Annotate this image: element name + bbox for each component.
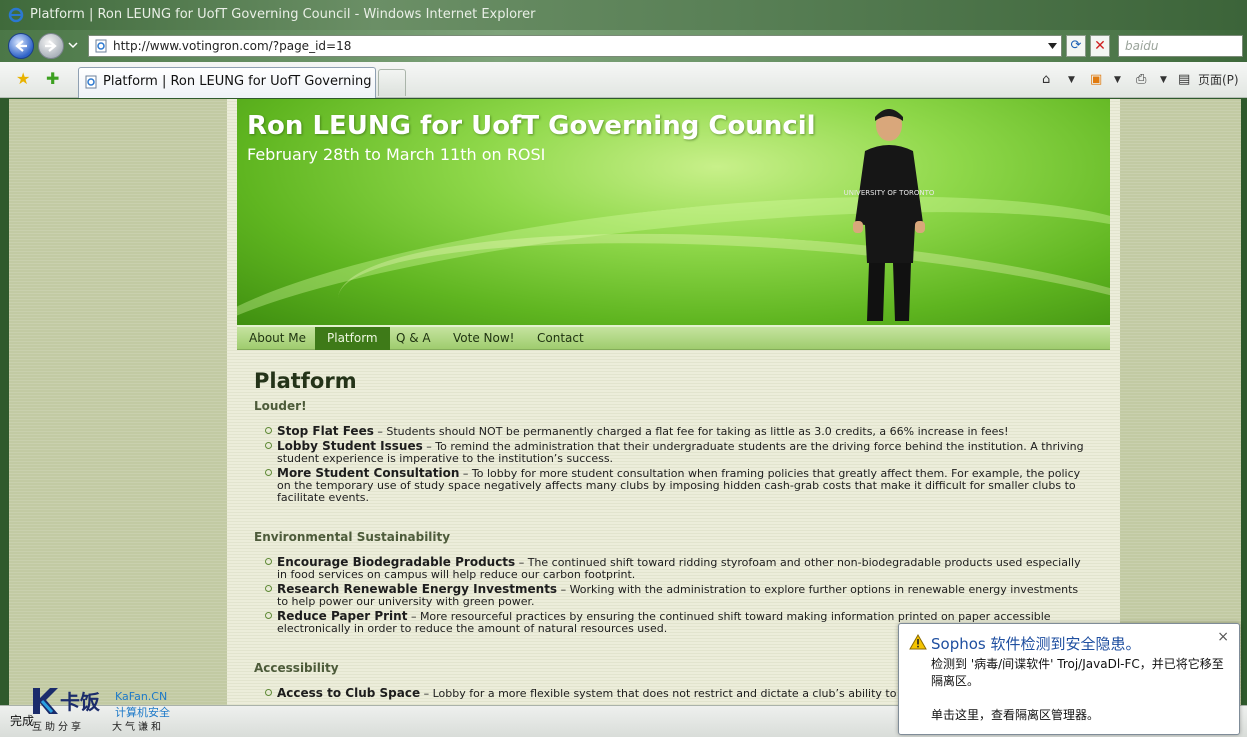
tab-page-icon bbox=[85, 75, 97, 89]
menu-about-me[interactable]: About Me bbox=[237, 327, 318, 350]
menu-vote-now[interactable]: Vote Now! bbox=[441, 327, 526, 350]
bullet-icon bbox=[265, 689, 272, 696]
bullet-icon bbox=[265, 427, 272, 434]
bullet-icon bbox=[265, 612, 272, 619]
bullet-icon bbox=[265, 442, 272, 449]
shirt-text: UNIVERSITY OF TORONTO bbox=[844, 189, 935, 197]
list-item: Stop Flat Fees – Students should NOT be … bbox=[265, 424, 1087, 438]
print-dropdown-icon[interactable]: ▼ bbox=[1160, 71, 1167, 89]
refresh-button[interactable]: ⟳ bbox=[1066, 35, 1086, 57]
search-placeholder: baidu bbox=[1125, 39, 1159, 53]
list-item: Access to Club Space – Lobby for a more … bbox=[265, 686, 897, 700]
item-title: Research Renewable Energy Investments bbox=[277, 582, 558, 596]
tab-platform[interactable]: Platform | Ron LEUNG for UofT Governing … bbox=[78, 67, 376, 98]
sophos-quarantine-link[interactable]: 单击这里，查看隔离区管理器。 bbox=[931, 706, 1099, 723]
menu-platform[interactable]: Platform bbox=[315, 327, 390, 350]
feeds-dropdown-icon[interactable]: ▼ bbox=[1114, 71, 1121, 89]
back-arrow-icon bbox=[15, 40, 27, 52]
list-item: Encourage Biodegradable Products – The c… bbox=[265, 555, 1087, 581]
back-button[interactable] bbox=[8, 33, 34, 59]
kafan-logo: 卡饭 KaFan.CN 计算机安全 互助分享 大气谦和 bbox=[30, 686, 180, 734]
candidate-photo: UNIVERSITY OF TORONTO bbox=[844, 109, 935, 321]
navigation-bar: http://www.votingron.com/?page_id=18 ⟳ ✕… bbox=[0, 30, 1247, 62]
menu-contact[interactable]: Contact bbox=[525, 327, 596, 350]
list-item: More Student Consultation – To lobby for… bbox=[265, 466, 1087, 504]
bullet-icon bbox=[265, 469, 272, 476]
close-icon[interactable]: × bbox=[1217, 629, 1229, 645]
address-dropdown-icon[interactable] bbox=[1048, 42, 1057, 50]
print-icon[interactable]: ⎙ bbox=[1136, 71, 1146, 89]
item-title: More Student Consultation bbox=[277, 466, 460, 480]
section-heading-accessibility: Accessibility bbox=[254, 661, 339, 675]
tab-title: Platform | Ron LEUNG for UofT Governing … bbox=[103, 74, 376, 89]
site-header: Ron LEUNG for UofT Governing Council Feb… bbox=[237, 99, 1110, 325]
section-heading-louder: Louder! bbox=[254, 399, 307, 413]
bullet-icon bbox=[265, 585, 272, 592]
address-bar[interactable]: http://www.votingron.com/?page_id=18 bbox=[88, 35, 1062, 57]
new-tab-button[interactable] bbox=[378, 69, 406, 96]
sophos-title: Sophos 软件检测到安全隐患。 bbox=[931, 635, 1141, 653]
site-title[interactable]: Ron LEUNG for UofT Governing Council bbox=[247, 111, 816, 141]
window-titlebar: Platform | Ron LEUNG for UofT Governing … bbox=[0, 0, 1247, 30]
kafan-slogan-left: 互助分享 bbox=[32, 722, 84, 733]
bullet-icon bbox=[265, 558, 272, 565]
home-icon[interactable]: ⌂ bbox=[1042, 71, 1050, 89]
forward-arrow-icon bbox=[45, 40, 57, 52]
page-menu[interactable]: 页面(P) bbox=[1198, 71, 1239, 89]
web-viewport: Ron LEUNG for UofT Governing Council Feb… bbox=[9, 99, 1241, 705]
page-menu-icon[interactable]: ▤ bbox=[1178, 71, 1190, 89]
list-item: Lobby Student Issues – To remind the adm… bbox=[265, 439, 1087, 465]
item-text: – Lobby for a more flexible system that … bbox=[420, 687, 897, 700]
kafan-k-icon bbox=[33, 688, 58, 714]
kafan-url: KaFan.CN bbox=[115, 690, 168, 703]
page-container: Ron LEUNG for UofT Governing Council Feb… bbox=[227, 99, 1120, 705]
item-title: Reduce Paper Print bbox=[277, 609, 408, 623]
home-dropdown-icon[interactable]: ▼ bbox=[1068, 71, 1075, 89]
menu-qa[interactable]: Q & A bbox=[384, 327, 443, 350]
list-item: Research Renewable Energy Investments – … bbox=[265, 582, 1087, 608]
tab-bar: ★ ✚ Platform | Ron LEUNG for UofT Govern… bbox=[0, 62, 1247, 98]
sophos-notification[interactable]: Sophos 软件检测到安全隐患。 × 检测到 '病毒/间谍软件' Troj/J… bbox=[898, 623, 1240, 735]
item-title: Encourage Biodegradable Products bbox=[277, 555, 516, 569]
stop-icon: ✕ bbox=[1094, 38, 1106, 54]
search-input[interactable]: baidu bbox=[1118, 35, 1243, 57]
item-title: Stop Flat Fees bbox=[277, 424, 374, 438]
recent-pages-dropdown-icon[interactable] bbox=[68, 40, 78, 50]
item-title: Lobby Student Issues bbox=[277, 439, 423, 453]
main-menu: About Me Platform Q & A Vote Now! Contac… bbox=[237, 325, 1110, 350]
address-url: http://www.votingron.com/?page_id=18 bbox=[113, 39, 352, 53]
add-favorites-icon[interactable]: ✚ bbox=[46, 71, 59, 87]
stop-button[interactable]: ✕ bbox=[1090, 35, 1110, 57]
forward-button[interactable] bbox=[38, 33, 64, 59]
feeds-icon[interactable]: ▣ bbox=[1090, 71, 1102, 89]
warning-icon bbox=[909, 634, 927, 650]
refresh-icon: ⟳ bbox=[1070, 38, 1082, 53]
favorites-star-icon[interactable]: ★ bbox=[16, 71, 30, 87]
kafan-brand: 卡饭 bbox=[60, 690, 100, 714]
page-icon bbox=[95, 39, 107, 53]
page-title: Platform bbox=[254, 369, 357, 393]
item-text: – Students should NOT be permanently cha… bbox=[373, 425, 1009, 438]
item-title: Access to Club Space bbox=[277, 686, 421, 700]
sophos-message: 检测到 '病毒/间谍软件' Troj/JavaDl-FC，并已将它移至隔离区。 bbox=[931, 657, 1224, 688]
site-subtitle: February 28th to March 11th on ROSI bbox=[247, 145, 546, 164]
section-heading-environment: Environmental Sustainability bbox=[254, 530, 451, 544]
kafan-slogan-right: 大气谦和 bbox=[112, 722, 164, 733]
ie-icon bbox=[8, 7, 24, 23]
window-title: Platform | Ron LEUNG for UofT Governing … bbox=[30, 7, 536, 22]
